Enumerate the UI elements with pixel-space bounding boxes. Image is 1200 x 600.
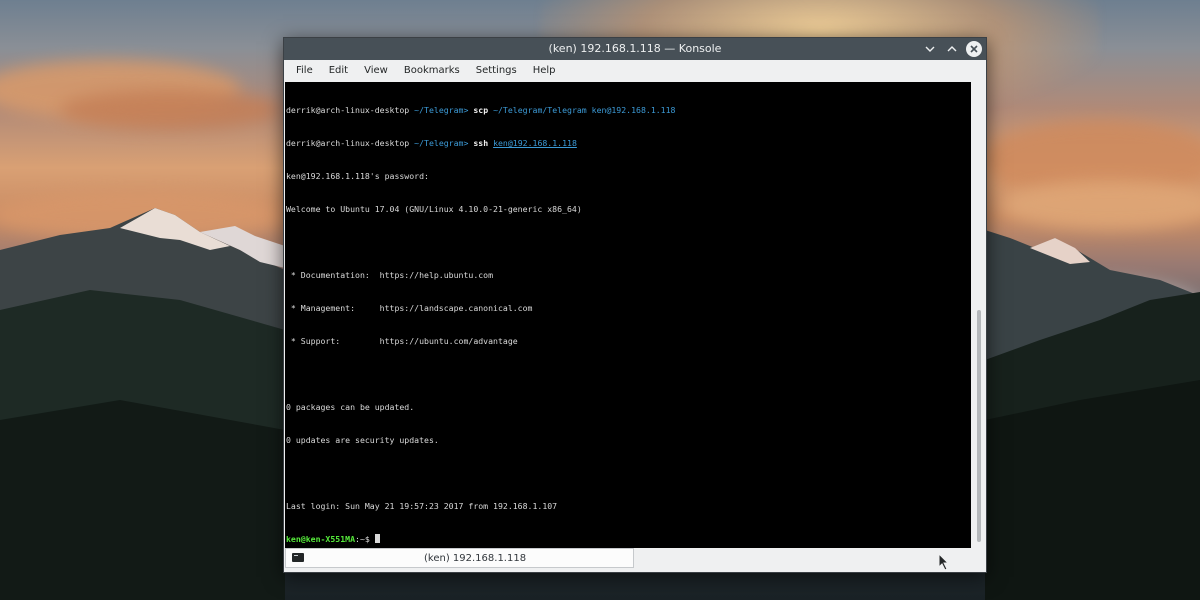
menu-help[interactable]: Help (525, 60, 564, 82)
terminal-line: * Support: https://ubuntu.com/advantage (286, 336, 518, 346)
scrollbar-handle[interactable] (977, 310, 981, 542)
menu-file[interactable]: File (288, 60, 321, 82)
terminal-line: derrik@arch-linux-desktop ~/Telegram> sc… (286, 105, 676, 115)
prompt-user: ken@ken-X551MA (286, 534, 356, 544)
menu-view[interactable]: View (356, 60, 396, 82)
chevron-down-icon (925, 46, 935, 52)
tab-label: (ken) 192.168.1.118 (424, 553, 527, 564)
menu-settings[interactable]: Settings (468, 60, 525, 82)
close-button[interactable] (966, 41, 982, 57)
terminal-prompt: ken@ken-X551MA:~$ (286, 534, 971, 545)
prompt-path: :~$ (355, 534, 375, 544)
ssh-target-link[interactable]: ken@192.168.1.118 (493, 138, 577, 148)
terminal-view[interactable]: derrik@arch-linux-desktop ~/Telegram> sc… (285, 82, 971, 548)
terminal-line: derrik@arch-linux-desktop ~/Telegram> ss… (286, 138, 577, 148)
tab-bar: (ken) 192.168.1.118 (285, 548, 985, 572)
menu-edit[interactable]: Edit (321, 60, 356, 82)
chevron-up-icon (947, 46, 957, 52)
mouse-pointer-icon (938, 553, 950, 571)
terminal-line: ken@192.168.1.118's password: (286, 171, 429, 181)
terminal-scrollbar[interactable] (972, 82, 986, 548)
terminal-line: 0 updates are security updates. (286, 435, 439, 445)
menu-bookmarks[interactable]: Bookmarks (396, 60, 468, 82)
window-title: (ken) 192.168.1.118 — Konsole (548, 42, 722, 55)
terminal-icon (292, 553, 304, 562)
maximize-button[interactable] (944, 41, 960, 57)
close-icon (970, 45, 978, 53)
terminal-line: * Documentation: https://help.ubuntu.com (286, 270, 494, 280)
tab-session[interactable]: (ken) 192.168.1.118 (285, 548, 634, 568)
terminal-line: * Management: https://landscape.canonica… (286, 303, 533, 313)
menubar: File Edit View Bookmarks Settings Help (284, 60, 986, 82)
terminal-cursor (374, 534, 380, 543)
konsole-window: (ken) 192.168.1.118 — Konsole File Edit … (283, 37, 987, 573)
minimize-button[interactable] (922, 41, 938, 57)
terminal-line: Welcome to Ubuntu 17.04 (GNU/Linux 4.10.… (286, 204, 582, 214)
terminal-line: Last login: Sun May 21 19:57:23 2017 fro… (286, 501, 558, 511)
terminal-line: 0 packages can be updated. (286, 402, 415, 412)
window-titlebar[interactable]: (ken) 192.168.1.118 — Konsole (284, 38, 986, 60)
